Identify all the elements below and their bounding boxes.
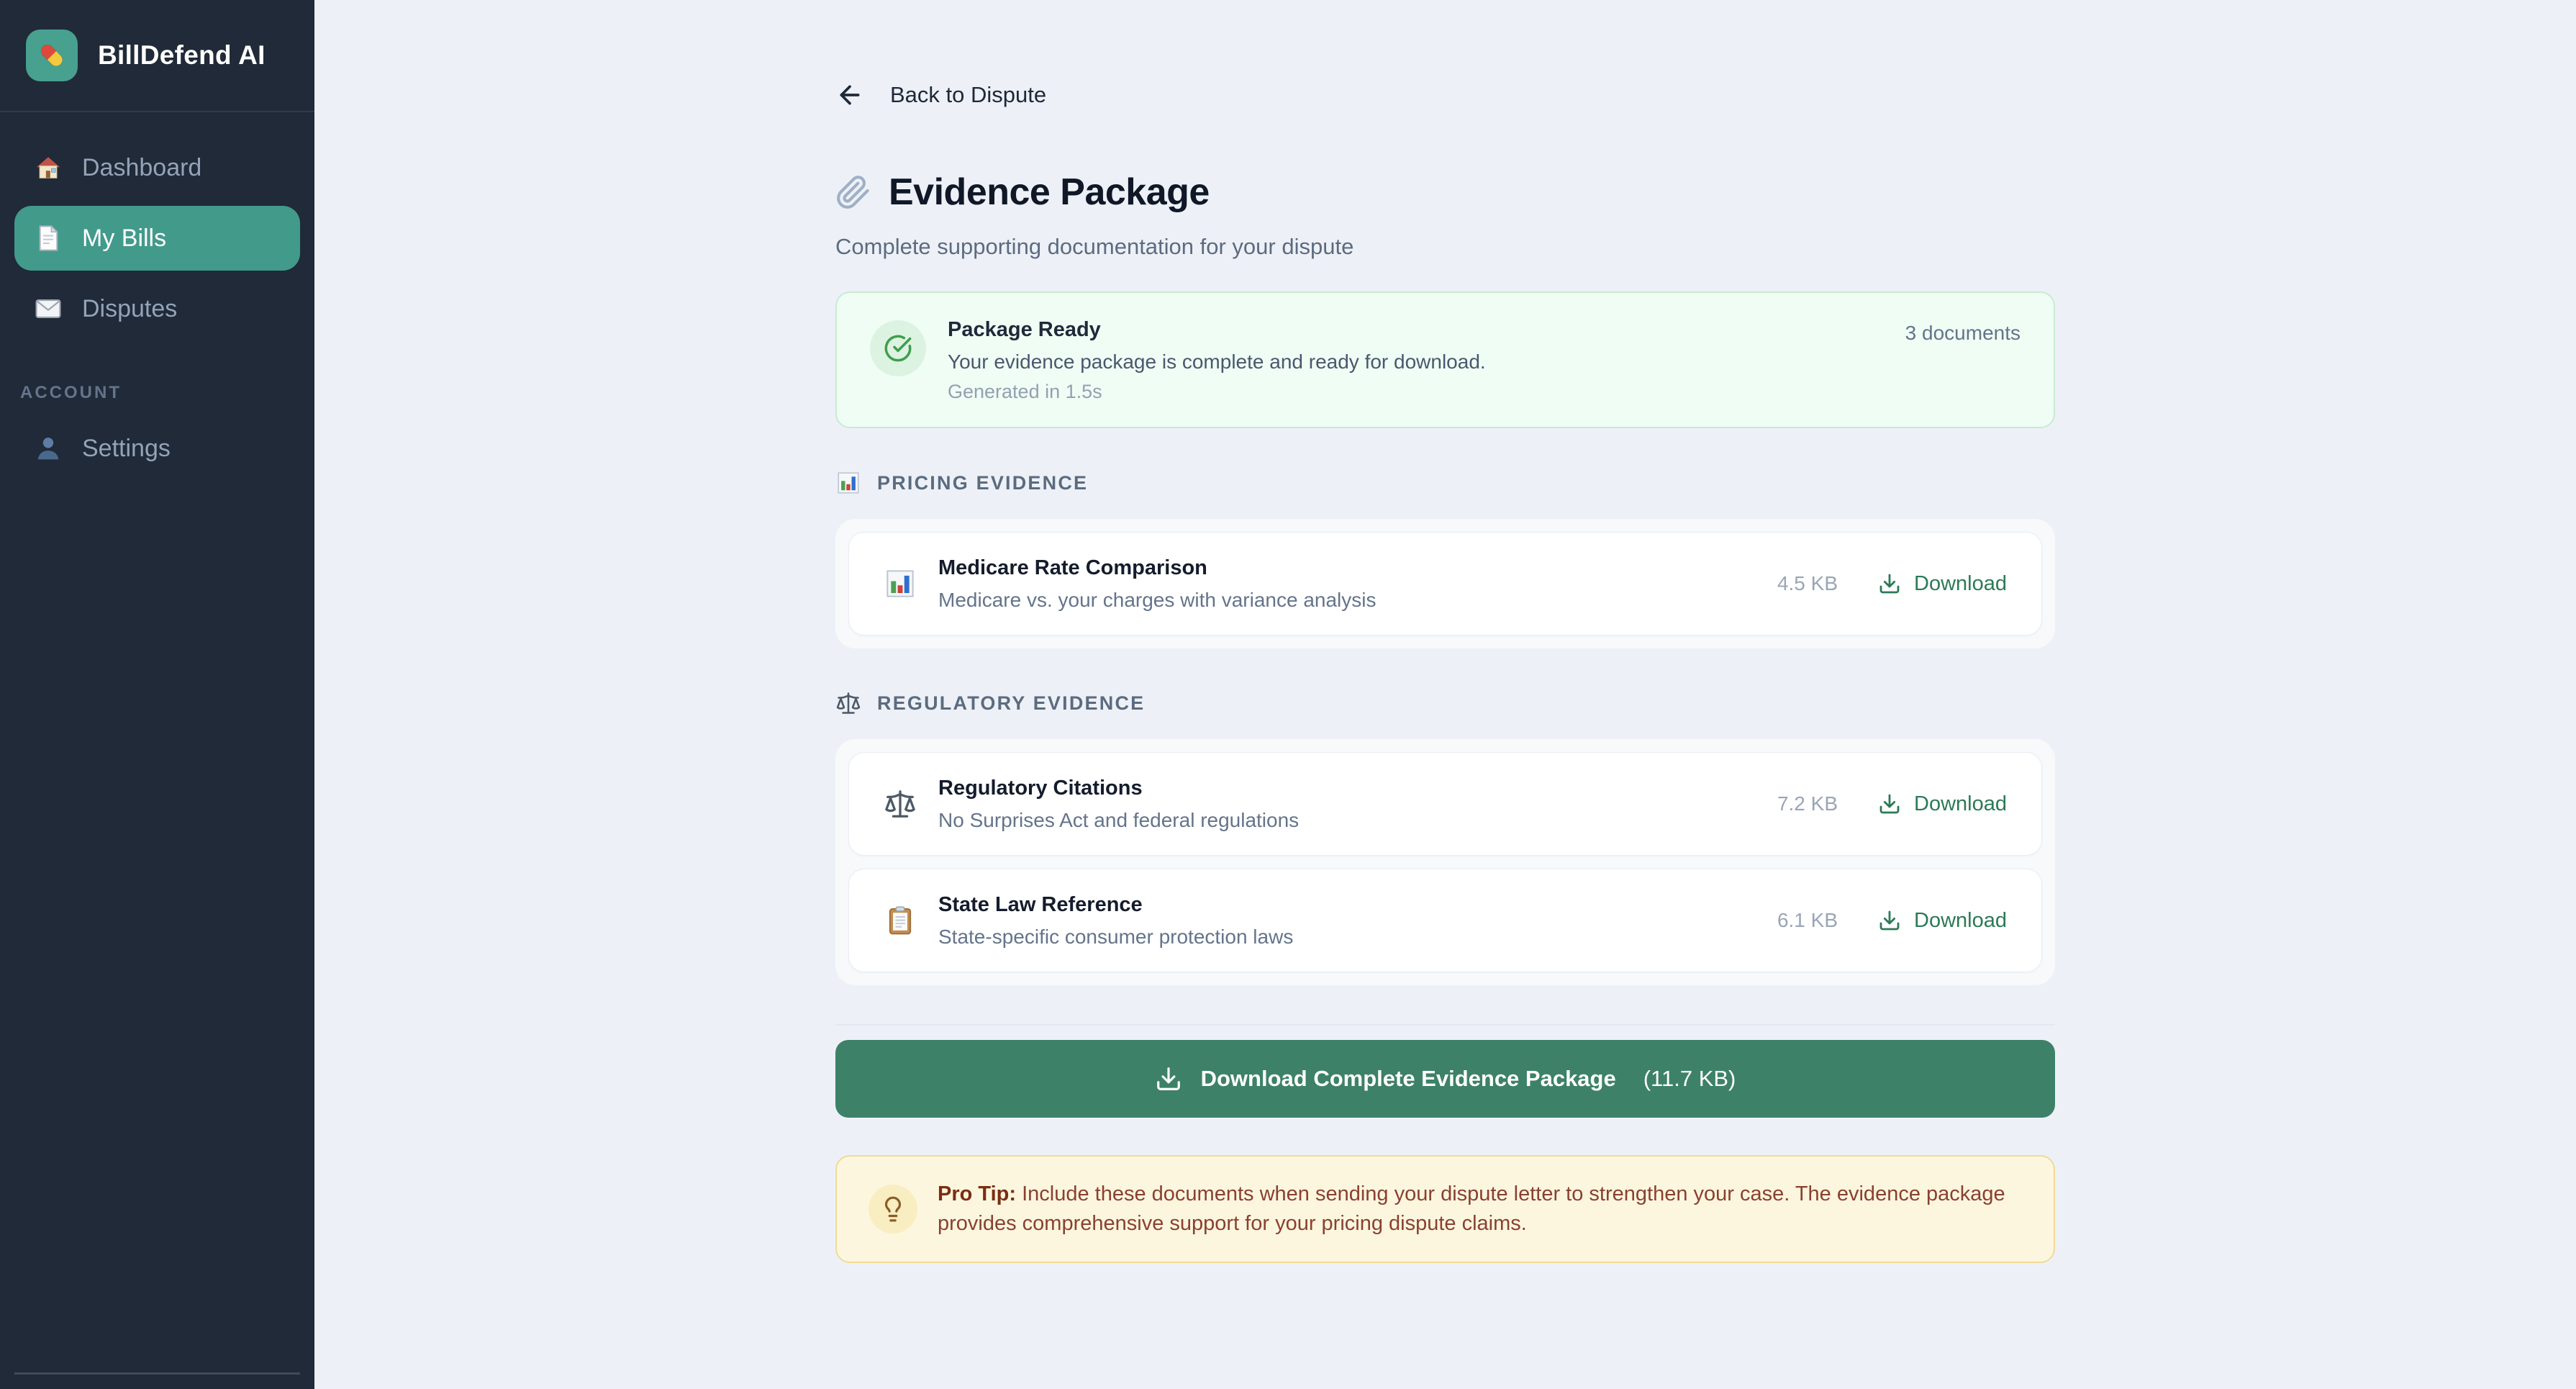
document-card: Medicare Rate Comparison Medicare vs. yo… (848, 532, 2042, 635)
document-title: State Law Reference (938, 892, 1293, 917)
envelope-icon (33, 294, 63, 324)
documents-group-pricing: Medicare Rate Comparison Medicare vs. yo… (835, 519, 2055, 648)
download-icon (1155, 1065, 1182, 1092)
document-description: Medicare vs. your charges with variance … (938, 589, 1376, 612)
sidebar: BillDefend AI Dashboard (0, 0, 314, 1389)
status-generated: Generated in 1.5s (948, 381, 1486, 402)
document-actions: 7.2 KB Download (1777, 792, 2007, 816)
bar-chart-icon (835, 470, 861, 496)
pro-tip-card: Pro Tip: Include these documents when se… (835, 1155, 2055, 1263)
document-title: Medicare Rate Comparison (938, 556, 1376, 580)
sidebar-item-label: Dashboard (82, 154, 201, 182)
sidebar-section-label-account: ACCOUNT (20, 383, 294, 403)
bar-chart-icon (884, 567, 917, 600)
sidebar-item-settings[interactable]: Settings (14, 416, 300, 481)
sidebar-item-label: Settings (82, 435, 171, 463)
section-heading-pricing: PRICING EVIDENCE (835, 470, 2055, 496)
download-package-button[interactable]: Download Complete Evidence Package (11.7… (835, 1040, 2055, 1118)
status-icon-badge (870, 320, 926, 376)
page-subtitle: Complete supporting documentation for yo… (835, 234, 2055, 260)
document-text-block: State Law Reference State-specific consu… (938, 892, 1293, 949)
document-text-block: Regulatory Citations No Surprises Act an… (938, 776, 1299, 832)
content-column: Back to Dispute Evidence Package Complet… (835, 0, 2055, 1263)
pill-icon (35, 39, 68, 72)
app-window: BillDefend AI Dashboard (0, 0, 2576, 1389)
download-label: Download (1914, 909, 2007, 933)
document-size: 4.5 KB (1777, 572, 1838, 595)
download-button[interactable]: Download (1878, 792, 2007, 816)
document-text-block: Medicare Rate Comparison Medicare vs. yo… (938, 556, 1376, 612)
page-title: Evidence Package (889, 171, 1210, 214)
download-package-label: Download Complete Evidence Package (1201, 1066, 1616, 1092)
arrow-left-icon (835, 81, 864, 109)
paperclip-icon (835, 174, 871, 210)
document-actions: 4.5 KB Download (1777, 572, 2007, 596)
document-actions: 6.1 KB Download (1777, 909, 2007, 933)
back-link[interactable]: Back to Dispute (835, 81, 1046, 109)
main-area: Back to Dispute Evidence Package Complet… (314, 0, 2576, 1389)
document-size: 6.1 KB (1777, 909, 1838, 932)
download-button[interactable]: Download (1878, 572, 2007, 596)
person-icon (33, 433, 63, 463)
sidebar-item-label: My Bills (82, 225, 166, 253)
section-heading-label: REGULATORY EVIDENCE (877, 692, 1145, 715)
pro-tip-label: Pro Tip: (938, 1182, 1016, 1205)
check-circle-icon (884, 334, 912, 363)
house-icon (33, 153, 63, 183)
sidebar-bottom-divider (14, 1372, 300, 1375)
document-card: State Law Reference State-specific consu… (848, 869, 2042, 972)
documents-group-regulatory: Regulatory Citations No Surprises Act an… (835, 739, 2055, 985)
status-title: Package Ready (948, 317, 1486, 342)
download-package-size: (11.7 KB) (1643, 1066, 1736, 1092)
status-description: Your evidence package is complete and re… (948, 350, 1486, 374)
download-icon (1878, 909, 1901, 932)
page-title-row: Evidence Package (835, 171, 2055, 214)
download-label: Download (1914, 792, 2007, 816)
status-doc-count: 3 documents (1905, 317, 2021, 345)
clipboard-icon (884, 904, 917, 937)
package-ready-card: Package Ready Your evidence package is c… (835, 291, 2055, 428)
lightbulb-icon (879, 1195, 907, 1223)
download-icon (1878, 792, 1901, 815)
section-heading-label: PRICING EVIDENCE (877, 472, 1088, 494)
logo-badge (26, 30, 78, 81)
sidebar-item-dashboard[interactable]: Dashboard (14, 135, 300, 200)
download-button[interactable]: Download (1878, 909, 2007, 933)
document-description: State-specific consumer protection laws (938, 926, 1293, 949)
document-title: Regulatory Citations (938, 776, 1299, 800)
download-icon (1878, 572, 1901, 595)
sidebar-item-my-bills[interactable]: My Bills (14, 206, 300, 271)
app-logo: BillDefend AI (0, 0, 314, 112)
tip-icon-badge (869, 1185, 917, 1234)
sidebar-item-disputes[interactable]: Disputes (14, 276, 300, 341)
pro-tip-text: Include these documents when sending you… (938, 1182, 2005, 1235)
bill-document-icon (33, 223, 63, 253)
scales-icon (835, 690, 861, 716)
status-text-block: Package Ready Your evidence package is c… (948, 317, 1486, 402)
document-card: Regulatory Citations No Surprises Act an… (848, 752, 2042, 856)
section-heading-regulatory: REGULATORY EVIDENCE (835, 690, 2055, 716)
document-size: 7.2 KB (1777, 792, 1838, 815)
back-link-label: Back to Dispute (890, 82, 1046, 108)
sidebar-item-label: Disputes (82, 295, 177, 323)
document-description: No Surprises Act and federal regulations (938, 809, 1299, 832)
pro-tip-text-block: Pro Tip: Include these documents when se… (938, 1180, 2022, 1239)
content-divider (835, 1024, 2055, 1026)
app-name: BillDefend AI (98, 40, 266, 71)
sidebar-nav: Dashboard My Bills Disputes (0, 112, 314, 481)
download-label: Download (1914, 572, 2007, 596)
scales-icon (884, 787, 917, 820)
